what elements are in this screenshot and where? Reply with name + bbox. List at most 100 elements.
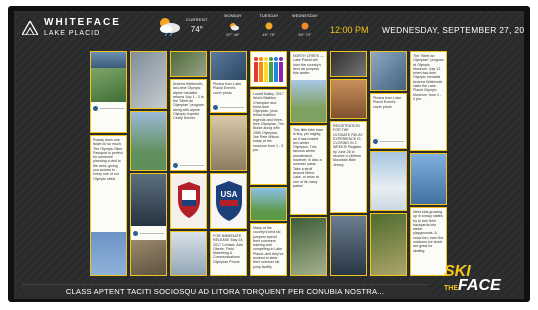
forecast-temps: 55° 70° [298, 31, 312, 37]
sun-icon [265, 22, 273, 30]
social-post-tile[interactable] [370, 151, 407, 211]
post-text: Photos from Lake Placid Event's cover ph… [213, 82, 242, 95]
wall-column: Photos from Lake Placid Event's cover ph… [210, 51, 247, 276]
post-author [173, 162, 204, 169]
wall-column: Photos from Lake Placid Event's cover ph… [370, 51, 407, 276]
brand-face: FACE [458, 276, 501, 294]
forecast-day: TUESDAY 45° 76° [255, 14, 283, 37]
shield-icon [178, 182, 200, 218]
social-post-tile[interactable]: Lowell Bailey, 2017 World Biathlon Champ… [250, 89, 287, 185]
post-text: Rowdy does one ticket do so much. The Ol… [93, 138, 123, 181]
post-photo [331, 216, 366, 275]
avatar [133, 231, 138, 236]
post-photo [371, 52, 406, 90]
social-post-tile[interactable] [370, 213, 407, 276]
current-temperature: 74° [190, 25, 203, 34]
sun-icon [301, 22, 309, 30]
post-photo [331, 52, 366, 76]
post-text: Photos from Lake Placid Event's cover ph… [373, 96, 402, 109]
social-post-tile[interactable]: USA [210, 173, 247, 229]
social-post-tile[interactable] [210, 115, 247, 171]
social-post-tile[interactable]: FOR IMMEDIATE RELEASE May 24, 2017 Conta… [210, 231, 247, 276]
mountain-logo-icon [22, 20, 38, 35]
forecast-day-name: TUESDAY [259, 14, 279, 18]
post-photo [131, 112, 166, 170]
post-photo [291, 218, 326, 275]
wall-column: NORTH CREEK — Lake Placid will host the … [290, 51, 327, 276]
social-post-tile[interactable]: The "Meet an Olympian" program at Olympi… [410, 51, 447, 151]
social-post-tile[interactable]: REGISTRATION FOR THE ULTIMATE RELAY EXPE… [330, 121, 367, 213]
post-photo [91, 68, 126, 102]
ski-the-face-logo: SKI THEFACE [444, 264, 519, 294]
wall-column: REGISTRATION FOR THE ULTIMATE RELAY EXPE… [330, 51, 367, 276]
forecast-temps: 45° 76° [262, 31, 276, 37]
social-post-tile[interactable]: This little bike town is tiny, yet might… [290, 125, 327, 215]
usa-badge-icon: USA [216, 181, 242, 221]
post-photo [91, 52, 126, 68]
social-post-tile[interactable] [90, 51, 127, 133]
post-author [93, 105, 124, 112]
post-photo [371, 152, 406, 210]
social-post-tile[interactable]: Photos from Lake Placid Event's cover ph… [210, 51, 247, 113]
wall-column: Lowell Bailey, 2017 World Biathlon Champ… [250, 51, 287, 276]
sun-cloud-icon [160, 18, 180, 36]
forecast-day-name: WEDNESDAY [292, 14, 318, 18]
post-text: Many of the country's best ski jumpers s… [253, 226, 284, 269]
social-post-tile[interactable]: Many of the country's best ski jumpers s… [250, 223, 287, 276]
post-photo [251, 188, 286, 220]
post-author [213, 104, 244, 111]
social-post-tile[interactable] [130, 111, 167, 171]
wall-column: The "Meet an Olympian" program at Olympi… [410, 51, 447, 276]
post-photo [131, 240, 166, 275]
social-post-tile[interactable] [130, 173, 167, 276]
social-post-tile[interactable] [170, 51, 207, 77]
avatar [373, 139, 378, 144]
forecast-temps: 57° 48° [226, 31, 240, 37]
social-post-tile[interactable] [410, 153, 447, 205]
social-post-tile[interactable]: Rowdy does one ticket do so much. The Ol… [90, 135, 127, 276]
social-post-tile[interactable] [130, 51, 167, 109]
social-post-tile[interactable]: Meet kids growing up in snowy states try… [410, 207, 447, 276]
post-text: NORTH CREEK — Lake Placid will host the … [293, 54, 324, 76]
post-photo [211, 116, 246, 170]
post-photo [91, 232, 126, 275]
avatar [93, 106, 98, 111]
wall-column [130, 51, 167, 276]
post-photo [331, 80, 366, 118]
post-author [133, 230, 164, 237]
post-photo [371, 214, 406, 275]
forecast: MONDAY 57° 48° TUESDAY 45° 76° WEDNESDAY… [219, 14, 319, 37]
post-photo [131, 52, 166, 108]
post-text: Meet kids growing up in snowy states try… [413, 210, 444, 253]
wall-column: Rowdy does one ticket do so much. The Ol… [90, 51, 127, 276]
social-photo-wall: Rowdy does one ticket do so much. The Ol… [90, 51, 450, 276]
social-post-tile[interactable]: NORTH CREEK — Lake Placid will host the … [290, 51, 327, 123]
social-post-tile[interactable] [250, 187, 287, 221]
post-text: The "Meet an Olympian" program at Olympi… [413, 54, 444, 101]
clock-date: WEDNESDAY, SEPTEMBER 27, 2017 [382, 25, 524, 35]
current-label: CURRENT [186, 17, 208, 22]
social-post-tile[interactable] [330, 79, 367, 119]
social-post-tile[interactable] [330, 215, 367, 276]
svg-text:USA: USA [221, 190, 238, 199]
post-photo [131, 174, 166, 226]
social-post-tile[interactable] [290, 217, 327, 276]
social-post-tile[interactable] [330, 51, 367, 77]
logo-subtitle: LAKE PLACID [44, 30, 101, 37]
logo-name: WHITEFACE [44, 17, 121, 28]
social-post-tile[interactable] [170, 173, 207, 229]
social-post-tile[interactable]: Photos from Lake Placid Event's cover ph… [370, 93, 407, 149]
post-photo [171, 52, 206, 76]
brand-the: THE [444, 284, 458, 292]
news-ticker: CLASS APTENT TACITI SOCIOSQU AD LITORA T… [22, 284, 428, 297]
post-photo [411, 154, 446, 204]
social-post-tile[interactable] [370, 51, 407, 91]
social-post-tile[interactable] [250, 51, 287, 87]
header-bar: WHITEFACE LAKE PLACID CURRENT 74° MONDAY… [14, 11, 524, 49]
avatar [173, 163, 178, 168]
sun-icon [230, 22, 239, 31]
social-post-tile[interactable]: Andrew Weibrecht, two-time Olympic alpin… [170, 79, 207, 171]
post-photo [211, 52, 246, 80]
social-post-tile[interactable] [170, 231, 207, 276]
post-text: FOR IMMEDIATE RELEASE May 24, 2017 Conta… [213, 234, 244, 264]
